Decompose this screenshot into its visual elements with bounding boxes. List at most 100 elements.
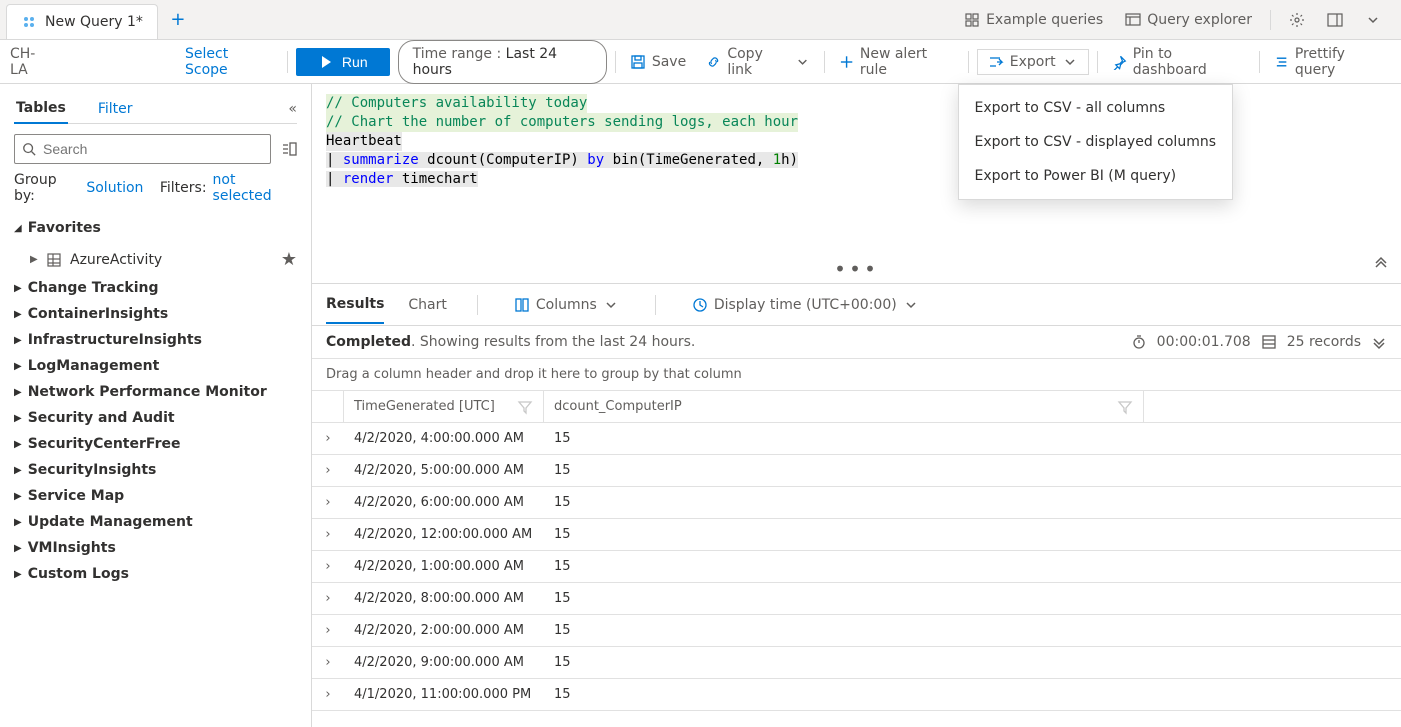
query-tab[interactable]: New Query 1* <box>6 4 158 39</box>
sidebar-category[interactable]: ▶Service Map <box>14 483 297 509</box>
prettify-button[interactable]: Prettify query <box>1268 42 1391 82</box>
workspace-name: CH-LA <box>10 46 59 78</box>
play-icon <box>318 54 334 70</box>
expand-row-button[interactable]: › <box>312 527 344 542</box>
sidebar-category[interactable]: ▶ContainerInsights <box>14 301 297 327</box>
clock-icon <box>692 297 708 313</box>
schema-search-input[interactable] <box>14 134 271 164</box>
main-pane: Export to CSV - all columnsExport to CSV… <box>312 84 1401 727</box>
group-drop-area[interactable]: Drag a column header and drop it here to… <box>312 359 1401 391</box>
collapse-editor-button[interactable] <box>1373 253 1389 275</box>
favorites-section[interactable]: ◢ Favorites <box>14 220 297 236</box>
export-button[interactable]: Export <box>977 49 1089 75</box>
favorite-item[interactable]: ▶ AzureActivity ★ <box>14 244 297 275</box>
chevron-down-icon <box>903 297 919 313</box>
table-row[interactable]: ›4/1/2020, 11:00:00.000 PM15 <box>312 679 1401 711</box>
logs-icon <box>21 14 37 30</box>
column-header-count[interactable]: dcount_ComputerIP <box>544 391 1144 422</box>
collapse-sidebar-button[interactable]: « <box>288 101 297 117</box>
table-row[interactable]: ›4/2/2020, 2:00:00.000 AM15 <box>312 615 1401 647</box>
export-option[interactable]: Export to CSV - displayed columns <box>959 125 1232 159</box>
chart-tab[interactable]: Chart <box>408 287 446 323</box>
copy-link-button[interactable]: Copy link <box>700 42 816 82</box>
more-button[interactable] <box>1357 6 1389 34</box>
expand-row-button[interactable]: › <box>312 431 344 446</box>
panels-button[interactable] <box>1319 6 1351 34</box>
sidebar-filters: Group by: Solution Filters: not selected <box>14 172 297 204</box>
sidebar-category[interactable]: ▶SecurityCenterFree <box>14 431 297 457</box>
table-row[interactable]: ›4/2/2020, 1:00:00.000 AM15 <box>312 551 1401 583</box>
filter-icon[interactable] <box>517 399 533 415</box>
sidebar-category[interactable]: ▶SecurityInsights <box>14 457 297 483</box>
sidebar-category[interactable]: ▶Custom Logs <box>14 561 297 587</box>
save-button[interactable]: Save <box>624 50 692 74</box>
expand-row-button[interactable]: › <box>312 655 344 670</box>
schema-sidebar: Tables Filter « Group by: Solution Filte… <box>0 84 312 727</box>
settings-button[interactable] <box>1281 6 1313 34</box>
pin-icon <box>1112 54 1127 70</box>
view-toggle-button[interactable] <box>281 141 297 157</box>
chevron-down-icon <box>1062 54 1078 70</box>
expand-row-button[interactable]: › <box>312 623 344 638</box>
query-toolbar: CH-LA Select Scope Run Time range : Last… <box>0 40 1401 84</box>
chevron-down-icon <box>1365 12 1381 28</box>
export-option[interactable]: Export to Power BI (M query) <box>959 159 1232 193</box>
editor-drag-handle-icon[interactable]: ••• <box>834 256 879 283</box>
star-icon[interactable]: ★ <box>281 249 297 270</box>
save-icon <box>630 54 646 70</box>
groupby-link[interactable]: Solution <box>86 180 143 196</box>
example-queries-icon <box>964 12 980 28</box>
table-row[interactable]: ›4/2/2020, 5:00:00.000 AM15 <box>312 455 1401 487</box>
add-tab-button[interactable]: + <box>158 0 198 39</box>
query-editor[interactable]: // Computers availability today // Chart… <box>312 84 1401 284</box>
table-row[interactable]: ›4/2/2020, 4:00:00.000 AM15 <box>312 423 1401 455</box>
expand-all-icon[interactable] <box>1371 334 1387 350</box>
query-duration: 00:00:01.708 <box>1157 334 1251 350</box>
pin-button[interactable]: Pin to dashboard <box>1106 42 1251 82</box>
run-button[interactable]: Run <box>296 48 390 76</box>
gear-icon <box>1289 12 1305 28</box>
query-explorer-icon <box>1125 12 1141 28</box>
schema-search-wrapper <box>14 134 271 164</box>
table-icon <box>46 252 62 268</box>
table-row[interactable]: ›4/2/2020, 9:00:00.000 AM15 <box>312 647 1401 679</box>
example-queries-button[interactable]: Example queries <box>956 6 1111 34</box>
filter-tab[interactable]: Filter <box>96 95 135 123</box>
expand-row-button[interactable]: › <box>312 591 344 606</box>
sidebar-category[interactable]: ▶VMInsights <box>14 535 297 561</box>
sidebar-category[interactable]: ▶Network Performance Monitor <box>14 379 297 405</box>
expand-row-button[interactable]: › <box>312 559 344 574</box>
table-row[interactable]: ›4/2/2020, 6:00:00.000 AM15 <box>312 487 1401 519</box>
tables-tab[interactable]: Tables <box>14 94 68 124</box>
chevron-down-icon <box>603 297 619 313</box>
sidebar-category[interactable]: ▶LogManagement <box>14 353 297 379</box>
columns-button[interactable]: Columns <box>508 293 625 317</box>
column-header-time[interactable]: TimeGenerated [UTC] <box>344 391 544 422</box>
export-icon <box>988 54 1004 70</box>
export-option[interactable]: Export to CSV - all columns <box>959 91 1232 125</box>
tab-title: New Query 1* <box>45 14 143 30</box>
filter-icon[interactable] <box>1117 399 1133 415</box>
table-row[interactable]: ›4/2/2020, 8:00:00.000 AM15 <box>312 583 1401 615</box>
sidebar-category[interactable]: ▶Update Management <box>14 509 297 535</box>
time-range-picker[interactable]: Time range : Last 24 hours <box>398 40 607 84</box>
table-row[interactable]: ›4/2/2020, 12:00:00.000 AM15 <box>312 519 1401 551</box>
sidebar-category[interactable]: ▶Change Tracking <box>14 275 297 301</box>
display-time-button[interactable]: Display time (UTC+00:00) <box>686 293 925 317</box>
results-grid-header: TimeGenerated [UTC] dcount_ComputerIP <box>312 391 1401 423</box>
query-explorer-button[interactable]: Query explorer <box>1117 6 1260 34</box>
sidebar-category[interactable]: ▶InfrastructureInsights <box>14 327 297 353</box>
chevron-down-icon <box>795 54 810 70</box>
export-dropdown: Export to CSV - all columnsExport to CSV… <box>958 84 1233 200</box>
filters-link[interactable]: not selected <box>213 172 297 204</box>
record-count: 25 records <box>1287 334 1361 350</box>
expand-row-button[interactable]: › <box>312 463 344 478</box>
expand-row-button[interactable]: › <box>312 495 344 510</box>
new-alert-rule-button[interactable]: New alert rule <box>833 42 960 82</box>
select-scope-link[interactable]: Select Scope <box>185 46 279 78</box>
columns-icon <box>514 297 530 313</box>
results-tab[interactable]: Results <box>326 286 384 324</box>
plus-icon <box>839 54 854 70</box>
expand-row-button[interactable]: › <box>312 687 344 702</box>
sidebar-category[interactable]: ▶Security and Audit <box>14 405 297 431</box>
